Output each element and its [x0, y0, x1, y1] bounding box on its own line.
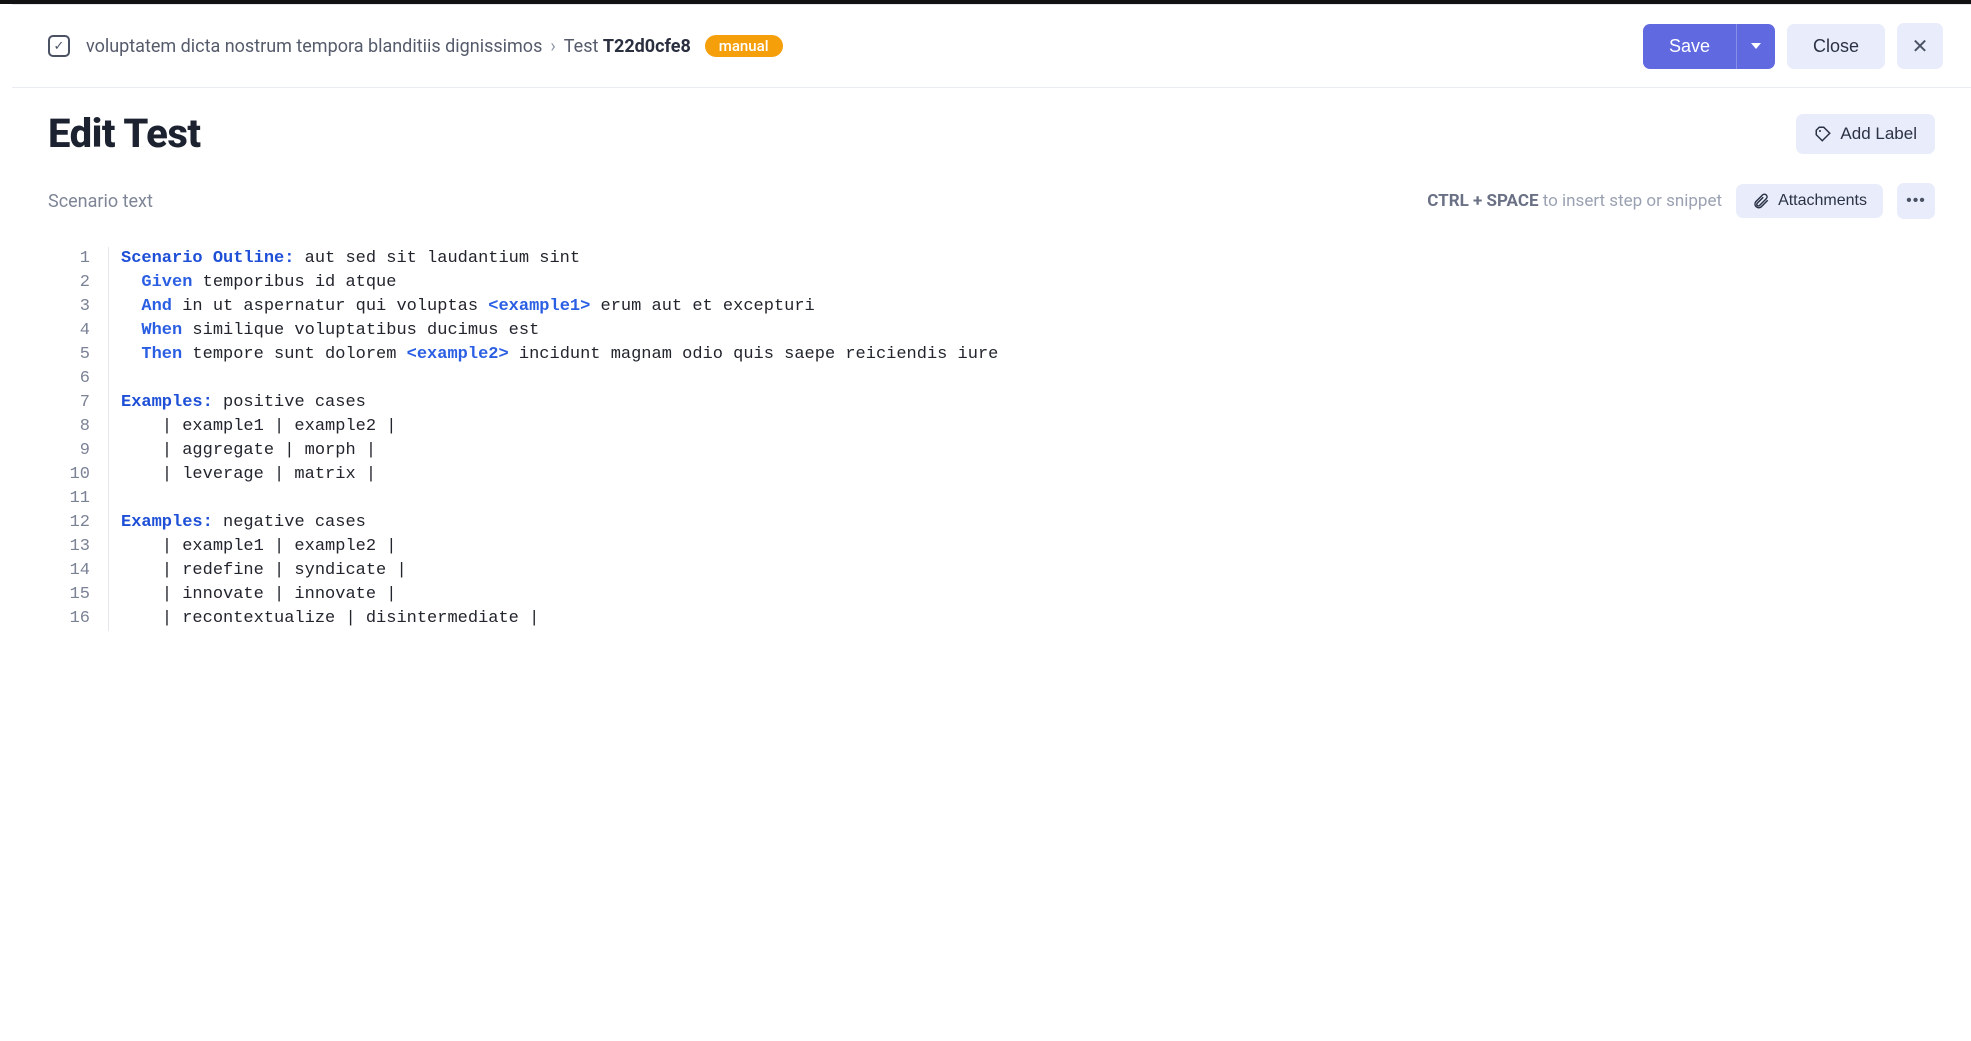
title-row: Edit Test Add Label: [48, 110, 1935, 157]
save-button-group: Save: [1643, 24, 1775, 69]
token-kw-step: When: [141, 321, 182, 340]
token-kw-ex: Examples:: [121, 513, 213, 532]
gutter-line: 10: [48, 463, 90, 487]
breadcrumb-project[interactable]: voluptatem dicta nostrum tempora blandit…: [86, 36, 542, 57]
gutter-line: 9: [48, 439, 90, 463]
editor-gutter: 12345678910111213141516: [48, 247, 108, 631]
code-line[interactable]: | example1 | example2 |: [121, 415, 1935, 439]
gutter-line: 4: [48, 319, 90, 343]
breadcrumb-separator: ›: [550, 36, 555, 57]
code-line[interactable]: | recontextualize | disintermediate |: [121, 607, 1935, 631]
scenario-text-label: Scenario text: [48, 191, 1413, 212]
code-line[interactable]: And in ut aspernatur qui voluptas <examp…: [121, 295, 1935, 319]
breadcrumb-test-code: T22d0cfe8: [603, 36, 691, 57]
code-line[interactable]: | leverage | matrix |: [121, 463, 1935, 487]
chevron-down-icon: [1751, 43, 1761, 49]
code-line[interactable]: | innovate | innovate |: [121, 583, 1935, 607]
save-dropdown-button[interactable]: [1736, 24, 1775, 69]
add-label-button[interactable]: Add Label: [1796, 114, 1935, 154]
editor-toolbar: Scenario text CTRL + SPACE to insert ste…: [48, 183, 1935, 219]
token-kw-step: Given: [141, 273, 192, 292]
code-line[interactable]: | aggregate | morph |: [121, 439, 1935, 463]
breadcrumb: voluptatem dicta nostrum tempora blandit…: [86, 35, 1633, 57]
gutter-line: 15: [48, 583, 90, 607]
code-line[interactable]: Then tempore sunt dolorem <example2> inc…: [121, 343, 1935, 367]
breadcrumb-test-prefix: Test: [564, 36, 599, 57]
gutter-line: 16: [48, 607, 90, 631]
token-var: <example2>: [407, 345, 509, 364]
breadcrumb-test[interactable]: Test T22d0cfe8: [564, 36, 691, 57]
gutter-line: 1: [48, 247, 90, 271]
code-line[interactable]: | redefine | syndicate |: [121, 559, 1935, 583]
content-area: Edit Test Add Label Scenario text CTRL +…: [12, 88, 1971, 631]
code-line[interactable]: Examples: negative cases: [121, 511, 1935, 535]
gutter-line: 2: [48, 271, 90, 295]
code-editor[interactable]: 12345678910111213141516 Scenario Outline…: [48, 233, 1935, 631]
header-bar: ✓ voluptatem dicta nostrum tempora bland…: [12, 4, 1971, 88]
code-line[interactable]: When similique voluptatibus ducimus est: [121, 319, 1935, 343]
code-line[interactable]: Examples: positive cases: [121, 391, 1935, 415]
manual-badge: manual: [705, 35, 783, 57]
gutter-line: 8: [48, 415, 90, 439]
code-line[interactable]: Given temporibus id atque: [121, 271, 1935, 295]
gutter-line: 7: [48, 391, 90, 415]
label-icon: [1814, 125, 1832, 143]
more-menu-button[interactable]: •••: [1897, 183, 1935, 219]
save-button[interactable]: Save: [1643, 24, 1736, 69]
header-actions: Save Close ✕: [1643, 23, 1943, 69]
editor-hint-rest: to insert step or snippet: [1539, 191, 1723, 211]
paperclip-icon: [1752, 192, 1770, 210]
token-kw-step: Then: [141, 345, 182, 364]
page-title: Edit Test: [48, 110, 201, 157]
dots-horizontal-icon: •••: [1906, 192, 1926, 210]
gutter-line: 14: [48, 559, 90, 583]
add-label-text: Add Label: [1840, 124, 1917, 144]
gutter-line: 6: [48, 367, 90, 391]
close-button[interactable]: Close: [1787, 24, 1885, 69]
token-kw-outline: Scenario Outline:: [121, 249, 294, 268]
gutter-line: 5: [48, 343, 90, 367]
token-kw-ex: Examples:: [121, 393, 213, 412]
test-icon: ✓: [48, 35, 70, 57]
editor-hint: CTRL + SPACE to insert step or snippet: [1427, 191, 1722, 211]
gutter-line: 12: [48, 511, 90, 535]
token-kw-step: And: [141, 297, 172, 316]
code-line[interactable]: [121, 367, 1935, 391]
editor-hint-key: CTRL + SPACE: [1427, 191, 1538, 211]
gutter-line: 13: [48, 535, 90, 559]
code-line[interactable]: [121, 487, 1935, 511]
close-icon: ✕: [1912, 34, 1929, 59]
attachments-text: Attachments: [1778, 192, 1867, 210]
attachments-button[interactable]: Attachments: [1736, 184, 1883, 218]
code-line[interactable]: | example1 | example2 |: [121, 535, 1935, 559]
gutter-line: 3: [48, 295, 90, 319]
token-var: <example1>: [488, 297, 590, 316]
gutter-line: 11: [48, 487, 90, 511]
code-line[interactable]: Scenario Outline: aut sed sit laudantium…: [121, 247, 1935, 271]
close-icon-button[interactable]: ✕: [1897, 23, 1943, 69]
editor-code[interactable]: Scenario Outline: aut sed sit laudantium…: [108, 247, 1935, 631]
app-shell: ✓ voluptatem dicta nostrum tempora bland…: [0, 4, 1971, 631]
